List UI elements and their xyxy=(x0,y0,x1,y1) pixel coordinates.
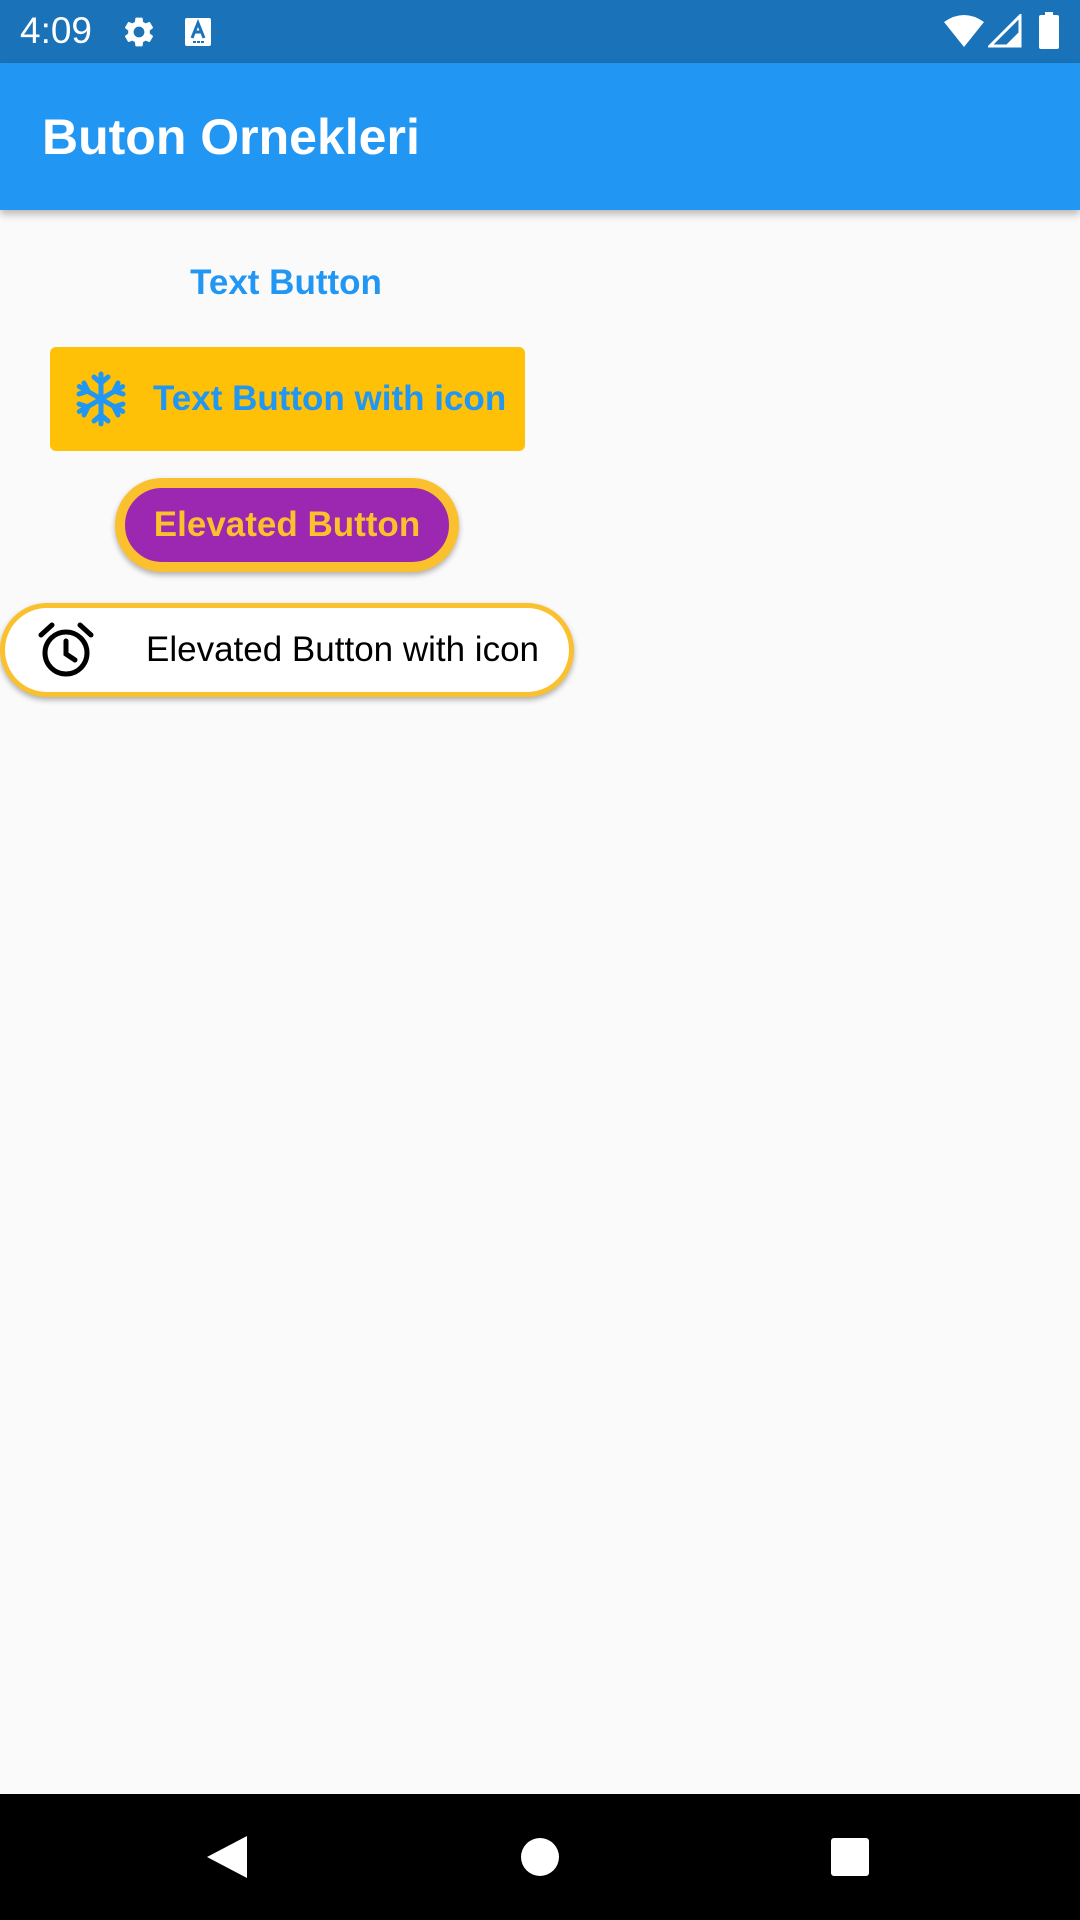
home-button[interactable] xyxy=(507,1824,573,1890)
elevated-button-with-icon[interactable]: Elevated Button with icon xyxy=(0,603,574,697)
app-title: Buton Ornekleri xyxy=(42,109,420,165)
signal-icon xyxy=(988,14,1022,48)
elevated-button-label: Elevated Button xyxy=(153,505,421,544)
text-button-with-icon-label: Text Button with icon xyxy=(153,379,507,418)
app-bar: Buton Ornekleri xyxy=(0,63,1080,210)
status-bar: 4:09 xyxy=(0,0,1080,63)
recents-button[interactable] xyxy=(817,1824,883,1890)
alarm-clock-icon xyxy=(37,621,95,679)
status-time: 4:09 xyxy=(20,10,93,51)
elevated-button-with-icon-label: Elevated Button with icon xyxy=(146,630,540,669)
back-icon xyxy=(207,1836,247,1878)
app-screen: 4:09 Buton Ornekleri Text Button Text Bu… xyxy=(0,0,1080,1920)
back-button[interactable] xyxy=(193,1824,259,1890)
recents-icon xyxy=(831,1838,869,1876)
elevated-button[interactable]: Elevated Button xyxy=(115,478,459,572)
text-button-with-icon[interactable]: Text Button with icon xyxy=(50,347,525,451)
gear-icon xyxy=(124,17,154,47)
battery-icon xyxy=(1039,12,1059,49)
snowflake-icon xyxy=(72,370,130,428)
navigation-bar xyxy=(0,1794,1080,1920)
wifi-icon xyxy=(944,15,984,47)
text-button[interactable]: Text Button xyxy=(168,252,404,314)
home-icon xyxy=(521,1838,559,1876)
content-area: Text Button Text Button with icon Elevat… xyxy=(0,210,1080,1794)
text-button-label: Text Button xyxy=(190,263,382,302)
font-a-icon xyxy=(185,18,211,46)
